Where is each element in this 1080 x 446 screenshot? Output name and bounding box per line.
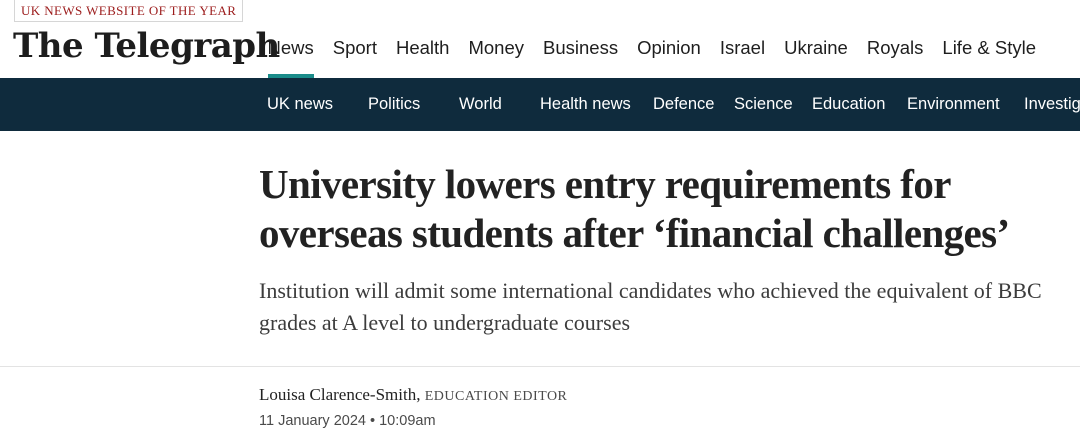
- byline-divider: [0, 366, 1080, 367]
- sub-nav-investigations[interactable]: Investigations: [1024, 78, 1080, 131]
- nav-item-life-style[interactable]: Life & Style: [933, 24, 1046, 78]
- article-standfirst: Institution will admit some internationa…: [259, 278, 1042, 335]
- author-role: EDUCATION EDITOR: [424, 389, 568, 404]
- nav-item-business[interactable]: Business: [534, 24, 628, 78]
- telegraph-logo[interactable]: The Telegraph: [13, 24, 280, 68]
- nav-item-health[interactable]: Health: [386, 24, 458, 78]
- author-separator: ,: [416, 385, 421, 404]
- nav-item-money[interactable]: Money: [459, 24, 534, 78]
- publish-date: 11 January 2024: [259, 413, 366, 429]
- sub-nav-education[interactable]: Education: [812, 78, 885, 131]
- publish-time: 10:09am: [379, 413, 436, 429]
- sub-nav-defence[interactable]: Defence: [653, 78, 714, 131]
- nav-item-royals[interactable]: Royals: [857, 24, 933, 78]
- nav-item-israel[interactable]: Israel: [710, 24, 774, 78]
- nav-item-ukraine[interactable]: Ukraine: [775, 24, 858, 78]
- byline: Louisa Clarence-Smith, EDUCATION EDITOR: [259, 383, 567, 409]
- masthead: UK NEWS WEBSITE OF THE YEAR The Telegrap…: [0, 0, 1080, 78]
- sub-nav-uk-news[interactable]: UK news: [267, 78, 333, 131]
- sub-nav-environment[interactable]: Environment: [907, 78, 1000, 131]
- sub-nav-world[interactable]: World: [459, 78, 502, 131]
- award-badge: UK NEWS WEBSITE OF THE YEAR: [14, 0, 244, 22]
- publish-dateline: 11 January 2024 • 10:09am: [259, 411, 436, 431]
- author-name[interactable]: Louisa Clarence-Smith: [259, 385, 416, 404]
- sub-nav-health-news[interactable]: Health news: [540, 78, 631, 131]
- sub-nav-politics[interactable]: Politics: [368, 78, 420, 131]
- article-headline: University lowers entry requirements for…: [259, 161, 1010, 256]
- date-separator: •: [369, 413, 376, 429]
- section-sub-nav: UK news Politics World Health news Defen…: [0, 78, 1080, 131]
- nav-item-opinion[interactable]: Opinion: [628, 24, 711, 78]
- primary-nav: News Sport Health Money Business Opinion…: [258, 24, 1045, 78]
- nav-item-sport[interactable]: Sport: [323, 24, 386, 78]
- sub-nav-science[interactable]: Science: [734, 78, 793, 131]
- nav-item-news[interactable]: News: [258, 24, 323, 78]
